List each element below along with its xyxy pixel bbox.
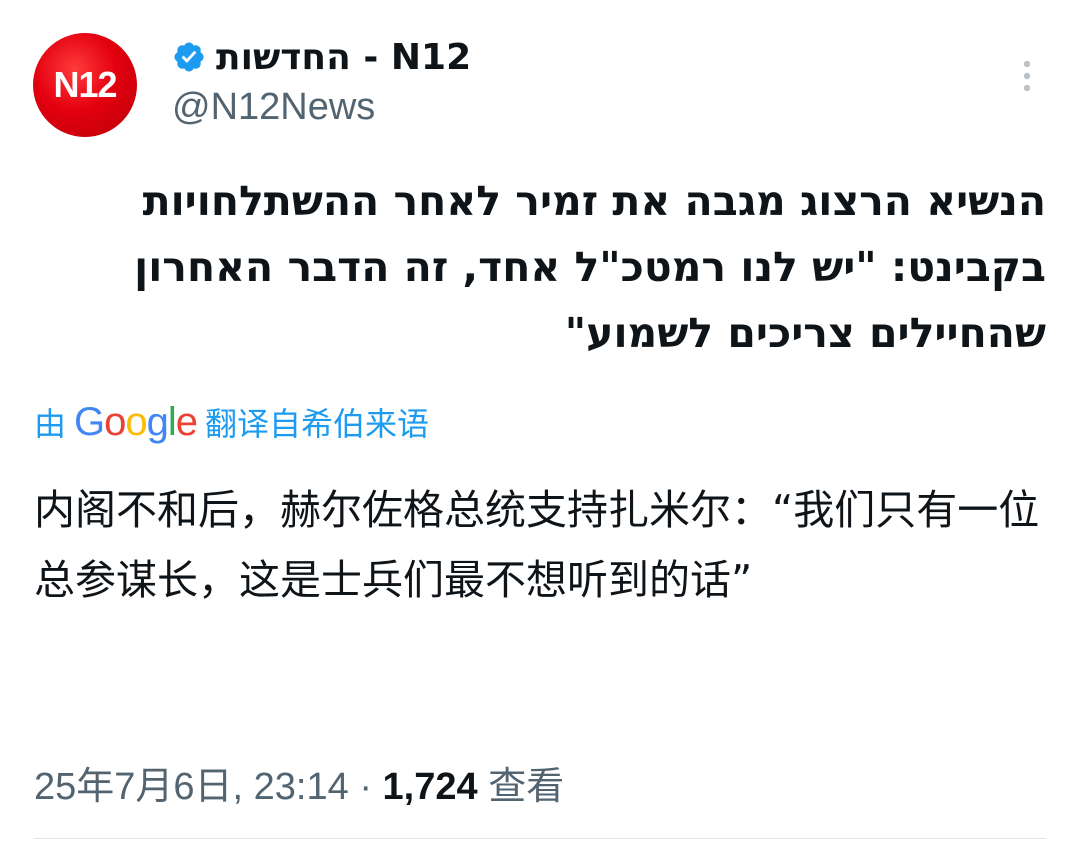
more-vertical-icon[interactable] <box>1013 58 1041 98</box>
translation-prefix: 由 <box>34 405 67 443</box>
avatar[interactable]: N12 <box>33 33 137 137</box>
views-count: 1,724 <box>382 766 478 808</box>
divider <box>34 838 1046 839</box>
translation-attribution[interactable]: 由 Google 翻译自希伯来语 <box>34 397 429 447</box>
tweet-timestamp[interactable]: 25年7月6日, 23:14 <box>34 766 349 808</box>
author-handle[interactable]: @N12News <box>172 86 375 129</box>
tweet-text: הנשיא הרצוג מגבה את זמיר לאחר ההשתלחויות… <box>134 177 1046 357</box>
author-display-name: החדשות - N12 <box>216 36 472 78</box>
views-label: 查看 <box>488 766 565 808</box>
translated-tweet-text: 内阁不和后，赫尔佐格总统支持扎米尔：“我们只有一位总参谋长，这是士兵们最不想听到… <box>34 486 1040 604</box>
verified-badge-icon <box>174 42 204 72</box>
author-name-row[interactable]: החדשות - N12 <box>172 34 471 80</box>
tweet: N12 החדשות - N12 @N12News הנשיא הרצוג מג… <box>0 0 1080 845</box>
translation-suffix: 翻译自希伯来语 <box>205 405 430 443</box>
avatar-logo-text: N12 <box>53 64 117 105</box>
google-logo: Google <box>74 399 198 444</box>
tweet-meta: 25年7月6日, 23:14 · 1,724 查看 <box>34 755 564 810</box>
meta-separator: · <box>359 766 372 808</box>
